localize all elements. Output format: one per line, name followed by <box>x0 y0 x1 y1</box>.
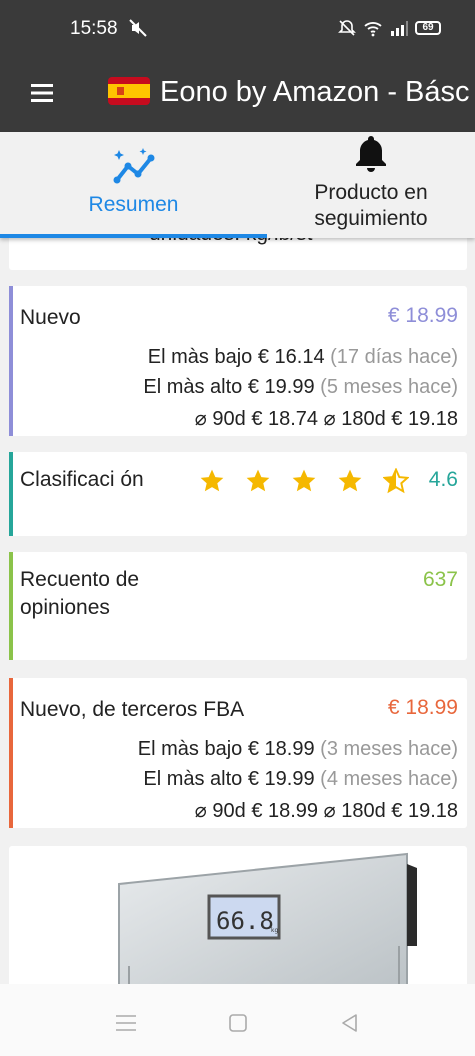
lowest-price-row: El màs bajo € 18.99 (3 meses hace) <box>138 738 458 761</box>
back-icon[interactable] <box>338 1012 362 1034</box>
star-icon <box>292 469 316 492</box>
app-title: Eono by Amazon - Básc <box>160 76 470 108</box>
system-nav-bar <box>0 984 475 1056</box>
card-title: Nuevo <box>20 306 81 329</box>
product-image-card[interactable]: 66.8 kg <box>9 846 467 984</box>
status-icons: 69 <box>337 18 441 38</box>
reviews-card[interactable]: Recuento de opiniones 637 <box>9 552 467 660</box>
highest-price-row: El màs alto € 19.99 (4 meses hace) <box>143 768 458 791</box>
tab-producto-label: Producto en seguimiento <box>314 181 428 230</box>
bell-icon <box>356 136 386 172</box>
dnd-icon <box>338 20 356 36</box>
current-price: € 18.99 <box>387 696 458 719</box>
signal-icon <box>391 21 408 36</box>
lowest-when: (17 días hace) <box>330 346 458 368</box>
recent-apps-icon[interactable] <box>114 1012 138 1034</box>
active-tab-indicator <box>0 234 267 238</box>
app-bar: Eono by Amazon - Básc <box>0 60 475 132</box>
rating-value: 4.6 <box>428 468 458 491</box>
rating-card[interactable]: Clasificaci ón 4.6 <box>9 452 467 536</box>
highest-price-row: El màs alto € 19.99 (5 meses hace) <box>143 376 458 399</box>
star-icon <box>338 469 362 492</box>
average-price-row: ⌀ 90d € 18.74 ⌀ 180d € 19.18 <box>195 406 458 431</box>
reviews-count: 637 <box>422 568 458 591</box>
avg-180-label: ⌀ 180d <box>323 800 386 822</box>
avg-90-label: ⌀ 90d <box>194 800 246 822</box>
tab-resumen-label: Resumen <box>88 193 179 216</box>
wifi-icon <box>364 22 382 37</box>
highest-label: El màs alto <box>143 768 243 790</box>
avg-180-value: € 19.18 <box>391 800 458 822</box>
lowest-label: El màs bajo <box>147 346 253 368</box>
lowest-label: El màs bajo <box>137 738 243 760</box>
star-icon <box>200 469 224 492</box>
status-bar: 15:58 69 <box>0 0 475 60</box>
highest-value: € 19.99 <box>247 768 315 790</box>
avg-180-label: ⌀ 180d <box>323 408 386 430</box>
card-title: Recuento de opiniones <box>20 568 140 619</box>
card-accent <box>9 552 13 660</box>
status-time: 15:58 <box>70 18 118 39</box>
avg-90-value: € 18.99 <box>251 800 319 822</box>
highest-when: (5 meses hace) <box>320 376 458 398</box>
tab-producto-en-seguimiento[interactable]: Producto en seguimiento <box>267 132 475 238</box>
price-card-new[interactable]: Nuevo € 18.99 El màs bajo € 16.14 (17 dí… <box>9 286 467 436</box>
lowest-value: € 16.14 <box>257 346 325 368</box>
half-star-icon <box>383 468 409 494</box>
units-text: unidades: kg/lb/st <box>149 238 312 246</box>
product-image: 66.8 kg <box>118 852 417 984</box>
tab-bar: Resumen Producto en seguimiento <box>0 132 475 238</box>
avg-90-value: € 18.74 <box>251 408 319 430</box>
insights-icon <box>113 148 154 184</box>
mute-icon <box>129 19 147 37</box>
scale-display-reading: 66.8 <box>216 907 274 935</box>
lowest-price-row: El màs bajo € 16.14 (17 días hace) <box>148 346 458 369</box>
highest-when: (4 meses hace) <box>320 768 458 790</box>
card-accent <box>9 678 13 828</box>
avg-90-label: ⌀ 90d <box>194 408 246 430</box>
scale-display-unit: kg <box>271 927 278 934</box>
rating-stars <box>199 468 409 494</box>
current-price: € 18.99 <box>387 304 458 327</box>
lowest-value: € 18.99 <box>247 738 315 760</box>
card-accent <box>9 286 13 436</box>
battery-icon: 69 <box>415 21 441 35</box>
menu-icon[interactable] <box>30 81 54 105</box>
spain-flag-icon <box>108 77 150 105</box>
home-icon[interactable] <box>226 1012 250 1034</box>
tab-resumen[interactable]: Resumen <box>0 132 267 238</box>
card-title: Clasificaci ón <box>20 468 144 491</box>
summary-content: unidades: kg/lb/st Nuevo € 18.99 El màs … <box>0 238 475 984</box>
highest-value: € 19.99 <box>247 376 315 398</box>
card-accent <box>9 452 13 536</box>
lowest-when: (3 meses hace) <box>320 738 458 760</box>
card-title: Nuevo, de terceros FBA <box>20 698 245 721</box>
star-icon <box>246 469 270 492</box>
units-card: unidades: kg/lb/st <box>9 238 467 270</box>
average-price-row: ⌀ 90d € 18.99 ⌀ 180d € 19.18 <box>195 798 458 823</box>
price-card-fba[interactable]: Nuevo, de terceros FBA € 18.99 El màs ba… <box>9 678 467 828</box>
avg-180-value: € 19.18 <box>391 408 458 430</box>
highest-label: El màs alto <box>143 376 243 398</box>
